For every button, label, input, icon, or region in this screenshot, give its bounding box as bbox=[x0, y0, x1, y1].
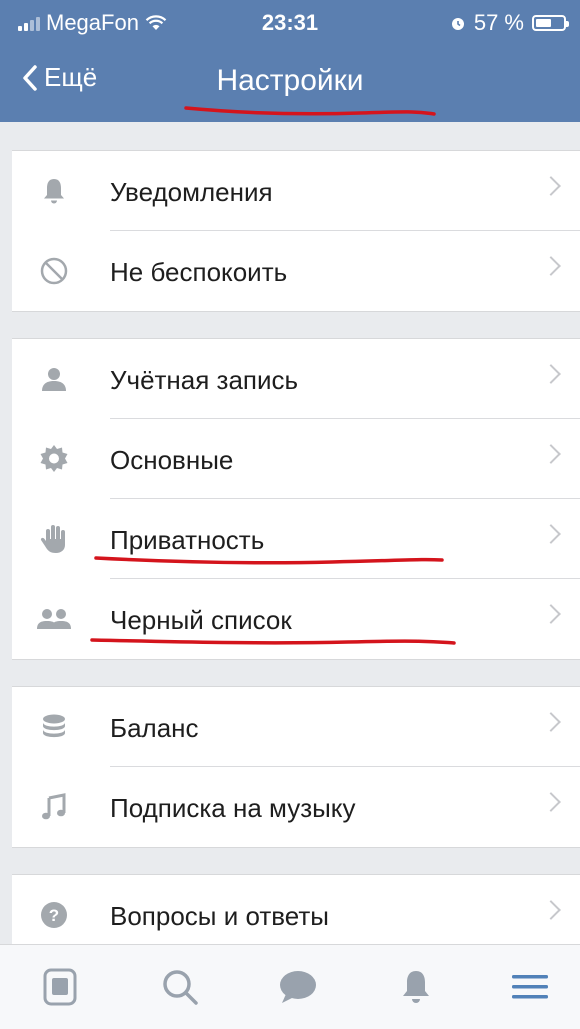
hand-icon bbox=[36, 521, 72, 557]
row-faq[interactable]: ? Вопросы и ответы bbox=[12, 875, 580, 955]
tab-search[interactable] bbox=[158, 965, 202, 1009]
chevron-right-icon bbox=[541, 792, 561, 812]
question-icon: ? bbox=[36, 897, 72, 933]
row-label: Подписка на музыку bbox=[110, 793, 356, 823]
chevron-right-icon bbox=[541, 444, 561, 464]
row-music-subscription[interactable]: Подписка на музыку bbox=[12, 767, 580, 847]
settings-group-payments: Баланс Подписка на музыку bbox=[12, 686, 580, 848]
status-bar: MegaFon 23:31 57 % bbox=[0, 0, 580, 44]
row-account[interactable]: Учётная запись bbox=[12, 339, 580, 419]
svg-text:?: ? bbox=[49, 906, 59, 925]
row-label: Уведомления bbox=[110, 177, 273, 207]
row-label: Баланс bbox=[110, 713, 199, 743]
row-label: Вопросы и ответы bbox=[110, 901, 329, 931]
chevron-right-icon bbox=[541, 256, 561, 276]
chevron-right-icon bbox=[541, 176, 561, 196]
tab-messages[interactable] bbox=[276, 965, 320, 1009]
alarm-icon bbox=[451, 18, 464, 30]
row-general[interactable]: Основные bbox=[12, 419, 580, 499]
do-not-disturb-icon bbox=[36, 253, 72, 289]
annotation-underline-privacy bbox=[94, 556, 444, 565]
menu-icon bbox=[512, 975, 548, 999]
gear-icon bbox=[36, 441, 72, 477]
battery-percent: 57 % bbox=[473, 10, 524, 35]
search-icon bbox=[163, 970, 198, 1005]
users-icon bbox=[36, 601, 72, 637]
tab-bar bbox=[0, 944, 580, 1029]
coins-icon bbox=[36, 709, 72, 745]
annotation-underline-title bbox=[184, 106, 436, 116]
row-notifications[interactable]: Уведомления bbox=[12, 151, 580, 231]
row-balance[interactable]: Баланс bbox=[12, 687, 580, 767]
music-note-icon bbox=[36, 789, 72, 825]
tab-notifications[interactable] bbox=[394, 965, 438, 1009]
user-icon bbox=[36, 361, 72, 397]
tab-menu[interactable] bbox=[508, 965, 552, 1009]
row-label: Основные bbox=[110, 445, 234, 475]
chevron-right-icon bbox=[541, 364, 561, 384]
chevron-right-icon bbox=[541, 900, 561, 920]
news-icon bbox=[43, 968, 77, 1006]
messages-icon bbox=[280, 971, 316, 1003]
row-label: Не беспокоить bbox=[110, 257, 288, 287]
settings-group-notifications: Уведомления Не беспокоить bbox=[12, 150, 580, 312]
bell-icon bbox=[36, 173, 72, 209]
battery-icon bbox=[532, 15, 569, 31]
chevron-right-icon bbox=[541, 604, 561, 624]
page-title: Настройки bbox=[216, 64, 364, 97]
row-do-not-disturb[interactable]: Не беспокоить bbox=[12, 231, 580, 311]
chevron-right-icon bbox=[541, 524, 561, 544]
annotation-underline-blacklist bbox=[90, 638, 456, 645]
chevron-right-icon bbox=[541, 712, 561, 732]
notifications-icon bbox=[403, 971, 429, 1003]
tab-news[interactable] bbox=[38, 965, 82, 1009]
row-label: Учётная запись bbox=[110, 365, 299, 395]
settings-group-account: Учётная запись Основные Приватность Черн… bbox=[12, 338, 580, 660]
